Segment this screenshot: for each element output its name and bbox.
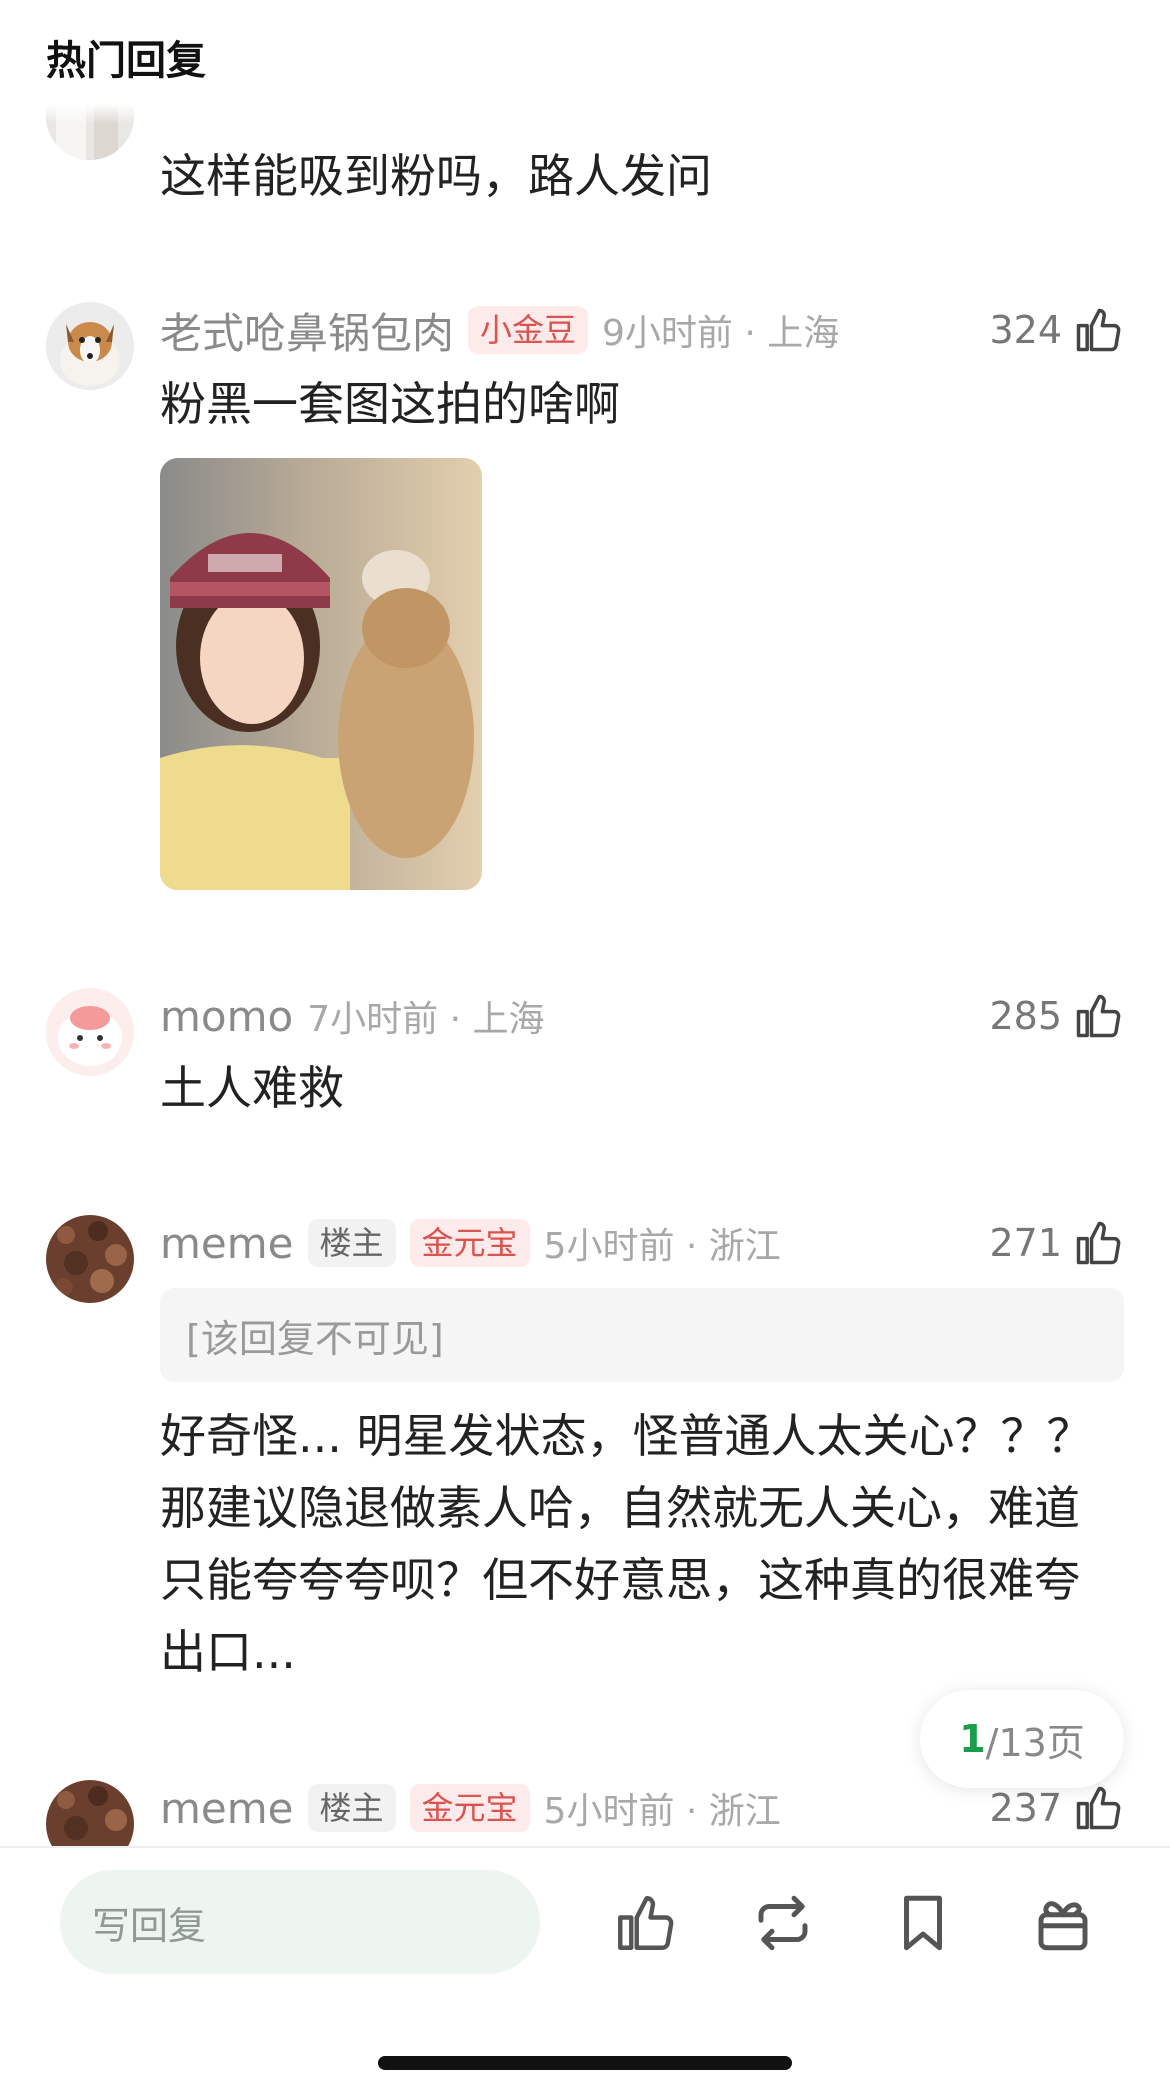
- page-title: 热门回复: [46, 38, 206, 84]
- comment-meta: 老式呛鼻锅包肉 小金豆 9小时前 · 上海: [160, 302, 839, 358]
- username[interactable]: momo: [160, 992, 293, 1041]
- comment-image[interactable]: [160, 458, 482, 890]
- gift-icon[interactable]: [1030, 1890, 1096, 1956]
- like-button[interactable]: 237: [989, 1780, 1124, 1836]
- avatar[interactable]: [46, 1215, 134, 1303]
- comment-meta: meme 楼主 金元宝 5小时前 · 浙江: [160, 1780, 781, 1836]
- fan-level-badge: 小金豆: [468, 306, 589, 354]
- like-button[interactable]: 324: [989, 302, 1124, 358]
- like-count: 237: [989, 1786, 1062, 1830]
- hidden-reply-quote: [该回复不可见]: [160, 1288, 1124, 1382]
- username[interactable]: 老式呛鼻锅包肉: [160, 300, 454, 361]
- selfie-photo: [160, 458, 482, 890]
- avatar[interactable]: [46, 988, 134, 1076]
- thumbs-up-icon: [1076, 994, 1121, 1038]
- like-count: 271: [989, 1221, 1062, 1265]
- fan-level-badge: 金元宝: [409, 1784, 530, 1832]
- time-location: 5小时前 · 浙江: [543, 1791, 781, 1832]
- home-indicator: [378, 2056, 792, 2070]
- like-count: 285: [989, 994, 1062, 1038]
- comment-text: 粉黑一套图这拍的啥啊: [160, 377, 620, 431]
- like-button[interactable]: 285: [989, 988, 1124, 1044]
- header: 热门回复: [0, 0, 1170, 104]
- owner-badge: 楼主: [307, 1219, 396, 1267]
- total-pages: /13页: [985, 1720, 1085, 1765]
- time-location: 9小时前 · 上海: [602, 313, 840, 354]
- time-location: 7小时前 · 上海: [307, 999, 545, 1040]
- comment-meta: meme 楼主 金元宝 5小时前 · 浙江: [160, 1215, 781, 1271]
- thumbs-up-icon: [1076, 308, 1121, 352]
- username[interactable]: meme: [160, 1219, 294, 1268]
- thumbs-up-icon: [1076, 1221, 1121, 1265]
- comment-text: 好奇怪... 明星发状态，怪普通人太关心？？？ 那建议隐退做素人哈，自然就无人关…: [160, 1409, 1093, 1679]
- fan-level-badge: 金元宝: [409, 1219, 530, 1267]
- reply-input[interactable]: 写回复: [60, 1870, 540, 1974]
- texture-avatar-image: [46, 1215, 134, 1303]
- username[interactable]: meme: [160, 1784, 294, 1833]
- owner-badge: 楼主: [307, 1784, 396, 1832]
- time-location: 5小时前 · 浙江: [543, 1226, 781, 1267]
- repost-icon[interactable]: [750, 1890, 816, 1956]
- cartoon-avatar-image: [46, 988, 134, 1076]
- current-page: 1: [959, 1717, 986, 1761]
- avatar[interactable]: [46, 302, 134, 390]
- dog-avatar-image: [46, 302, 134, 390]
- bottom-action-bar: 写回复: [0, 1846, 1170, 2093]
- comment-text: 土人难救: [160, 1061, 344, 1115]
- comment-text: 这样能吸到粉吗，路人发问: [160, 149, 712, 203]
- bookmark-icon[interactable]: [890, 1890, 956, 1956]
- thumbs-up-icon[interactable]: [612, 1890, 678, 1956]
- like-count: 324: [989, 308, 1062, 352]
- like-button[interactable]: 271: [989, 1215, 1124, 1271]
- comment-meta: momo 7小时前 · 上海: [160, 988, 544, 1044]
- page-indicator[interactable]: 1 /13页: [920, 1690, 1124, 1788]
- thumbs-up-icon: [1076, 1786, 1121, 1830]
